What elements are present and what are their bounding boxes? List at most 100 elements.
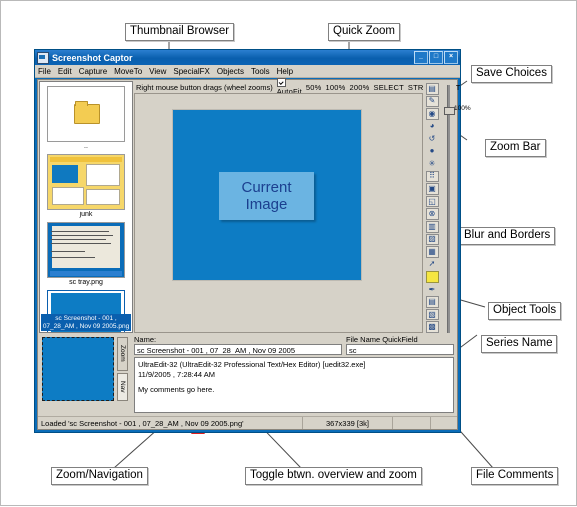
current-image-label: Current Image bbox=[219, 172, 314, 220]
status-message: Loaded 'sc Screenshot - 001 , 07_28_AM ,… bbox=[38, 417, 303, 429]
image-canvas[interactable]: Current Image bbox=[134, 93, 423, 333]
thumbnail-caption: .. bbox=[84, 143, 88, 150]
pen-icon[interactable]: ✒ bbox=[426, 284, 439, 295]
annotated-screenshot-page: Thumbnail Browser Quick Zoom Save Choice… bbox=[0, 0, 577, 506]
badge-line-1: Current bbox=[241, 179, 292, 196]
right-tool-strip: ▤ ✎ ◉ ◕ ↺ ● ✳ ⠿ ▣ ◱ ⊗ ▥ ▨ ▦ ➚ ✒ ▤ ▧ ▩ 10… bbox=[424, 81, 471, 333]
maximize-button[interactable]: □ bbox=[429, 51, 443, 64]
folder-icon bbox=[74, 101, 100, 124]
thumbnail-browser[interactable]: .. junk sc tray.png sc Screenshot - 001 … bbox=[39, 81, 133, 333]
title-bar: Screenshot Captor _ □ × bbox=[35, 50, 460, 65]
callout-zoom-navigation: Zoom/Navigation bbox=[51, 467, 148, 485]
save-as-icon[interactable]: ✎ bbox=[425, 95, 439, 108]
tool-icon-column: ▤ ✎ ◉ ◕ ↺ ● ✳ ⠿ ▣ ◱ ⊗ ▥ ▨ ▦ ➚ ✒ ▤ ▧ ▩ bbox=[424, 81, 440, 333]
menu-bar: File Edit Capture MoveTo View SpecialFX … bbox=[35, 65, 460, 78]
redo-icon[interactable]: ● bbox=[426, 146, 439, 157]
app-icon bbox=[37, 51, 49, 64]
callout-file-comments: File Comments bbox=[471, 467, 559, 485]
name-label: Name: bbox=[134, 335, 157, 344]
status-cell-extra-2 bbox=[431, 417, 457, 429]
callout-quick-zoom: Quick Zoom bbox=[328, 23, 400, 41]
menu-item-file[interactable]: File bbox=[38, 67, 51, 76]
edge-blur-icon[interactable]: ▥ bbox=[425, 220, 439, 233]
menu-item-help[interactable]: Help bbox=[277, 67, 293, 76]
zoom-100-button[interactable]: 100% bbox=[326, 83, 346, 92]
client-area: .. junk sc tray.png sc Screenshot - 001 … bbox=[37, 78, 471, 430]
comment-line-3: My comments go here. bbox=[138, 385, 215, 394]
file-info-panel: Name: sc Screenshot - 001 , 07_28_AM , N… bbox=[132, 334, 456, 415]
menu-item-objects[interactable]: Objects bbox=[217, 67, 244, 76]
tab-nav[interactable]: Nav bbox=[117, 372, 128, 401]
file-comments-box[interactable]: UltraEdit-32 (UltraEdit-32 Professional … bbox=[134, 357, 454, 413]
name-field-group: Name: sc Screenshot - 001 , 07_28_AM , N… bbox=[134, 335, 342, 355]
frame-icon[interactable]: ▦ bbox=[425, 246, 439, 258]
status-bar: Loaded 'sc Screenshot - 001 , 07_28_AM ,… bbox=[38, 416, 457, 429]
undo-icon[interactable]: ↺ bbox=[426, 133, 439, 144]
text-object-icon[interactable]: ▤ bbox=[425, 296, 439, 308]
image-object-icon[interactable]: ▩ bbox=[425, 321, 439, 333]
quickfield-label: File Name QuickField bbox=[346, 335, 418, 344]
blur-icon[interactable]: ⊗ bbox=[425, 208, 439, 220]
callout-toggle-overview-zoom: Toggle btwn. overview and zoom bbox=[245, 467, 422, 485]
badge-line-2: Image bbox=[245, 196, 288, 213]
callout-object-tools: Object Tools bbox=[488, 302, 562, 320]
arrow-object-icon[interactable]: ▧ bbox=[425, 308, 439, 321]
zoom-200-button[interactable]: 200% bbox=[350, 83, 370, 92]
menu-item-moveto[interactable]: MoveTo bbox=[114, 67, 142, 76]
application-window: Screenshot Captor _ □ × File Edit Captur… bbox=[34, 49, 471, 433]
thumbnail-item-parent-folder[interactable] bbox=[47, 86, 125, 142]
mouse-hint-text: Right mouse button drags (wheel zooms) bbox=[136, 82, 273, 92]
comment-line-2: 11/9/2005 , 7:28:44 AM bbox=[138, 369, 216, 379]
window-title: Screenshot Captor bbox=[52, 52, 133, 63]
status-cell-extra-1 bbox=[393, 417, 431, 429]
close-button[interactable]: × bbox=[444, 51, 458, 64]
name-input[interactable]: sc Screenshot - 001 , 07_28_AM , Nov 09 … bbox=[134, 344, 342, 355]
callout-series-name: Series Name bbox=[481, 335, 558, 353]
name-field-row: Name: sc Screenshot - 001 , 07_28_AM , N… bbox=[132, 334, 456, 355]
status-dimensions: 367x339 [3k] bbox=[303, 417, 393, 429]
zoom-50-button[interactable]: 50% bbox=[306, 83, 322, 92]
save-copy-icon[interactable]: ◉ bbox=[425, 108, 439, 120]
callout-blur-and-borders: Blur and Borders bbox=[459, 227, 556, 245]
zoom-navigation-panel[interactable]: Zoom Nav bbox=[39, 334, 131, 415]
thumbnail-preview bbox=[48, 223, 124, 277]
torn-edge-icon[interactable]: ▨ bbox=[425, 233, 439, 246]
menu-item-specialfx[interactable]: SpecialFX bbox=[173, 67, 209, 76]
thumbnail-selected-caption: sc Screenshot - 001 , 07_28_AM , Nov 09 … bbox=[41, 314, 131, 331]
pointer-icon[interactable]: ➚ bbox=[426, 259, 439, 270]
menu-item-capture[interactable]: Capture bbox=[79, 67, 107, 76]
border-icon[interactable]: ▣ bbox=[425, 183, 439, 195]
zoom-track[interactable] bbox=[446, 85, 450, 333]
quickfield-input[interactable]: sc bbox=[346, 344, 454, 355]
shadow-icon[interactable]: ◱ bbox=[425, 195, 439, 208]
zoom-bar[interactable]: 100% bbox=[440, 81, 471, 333]
zoom-select-button[interactable]: SELECT bbox=[374, 83, 404, 92]
crop-icon[interactable]: ⠿ bbox=[425, 170, 439, 183]
palette-icon[interactable]: ◕ bbox=[426, 121, 439, 132]
thumbnail-item-junk[interactable] bbox=[47, 154, 125, 210]
menu-item-tools[interactable]: Tools bbox=[251, 67, 270, 76]
current-image[interactable]: Current Image bbox=[172, 109, 362, 281]
lower-region: Zoom Nav Name: sc Screenshot - 001 , 07_… bbox=[38, 334, 457, 416]
thumbnail-item-sc-tray[interactable] bbox=[47, 222, 125, 278]
callout-zoom-bar: Zoom Bar bbox=[485, 139, 546, 157]
window-controls: _ □ × bbox=[414, 51, 458, 64]
save-icon[interactable]: ▤ bbox=[425, 83, 439, 95]
callout-save-choices: Save Choices bbox=[471, 65, 552, 83]
menu-item-view[interactable]: View bbox=[149, 67, 166, 76]
thumbnail-preview bbox=[48, 155, 124, 209]
quickfield-group: File Name QuickField sc bbox=[346, 335, 454, 355]
comment-line-1: UltraEdit-32 (UltraEdit-32 Professional … bbox=[138, 360, 366, 369]
tab-zoom[interactable]: Zoom bbox=[117, 337, 128, 371]
navigation-preview[interactable] bbox=[42, 337, 114, 401]
image-toolbar: Right mouse button drags (wheel zooms) A… bbox=[134, 78, 460, 96]
upper-region: .. junk sc tray.png sc Screenshot - 001 … bbox=[38, 78, 471, 334]
effects-icon[interactable]: ✳ bbox=[426, 158, 439, 169]
menu-item-edit[interactable]: Edit bbox=[58, 67, 72, 76]
nav-tab-strip: Zoom Nav bbox=[117, 337, 128, 401]
thumbnail-caption: sc tray.png bbox=[69, 279, 103, 286]
highlight-color-icon[interactable] bbox=[425, 271, 439, 283]
minimize-button[interactable]: _ bbox=[414, 51, 428, 64]
callout-thumbnail-browser: Thumbnail Browser bbox=[125, 23, 235, 41]
checkbox-icon bbox=[276, 78, 286, 88]
